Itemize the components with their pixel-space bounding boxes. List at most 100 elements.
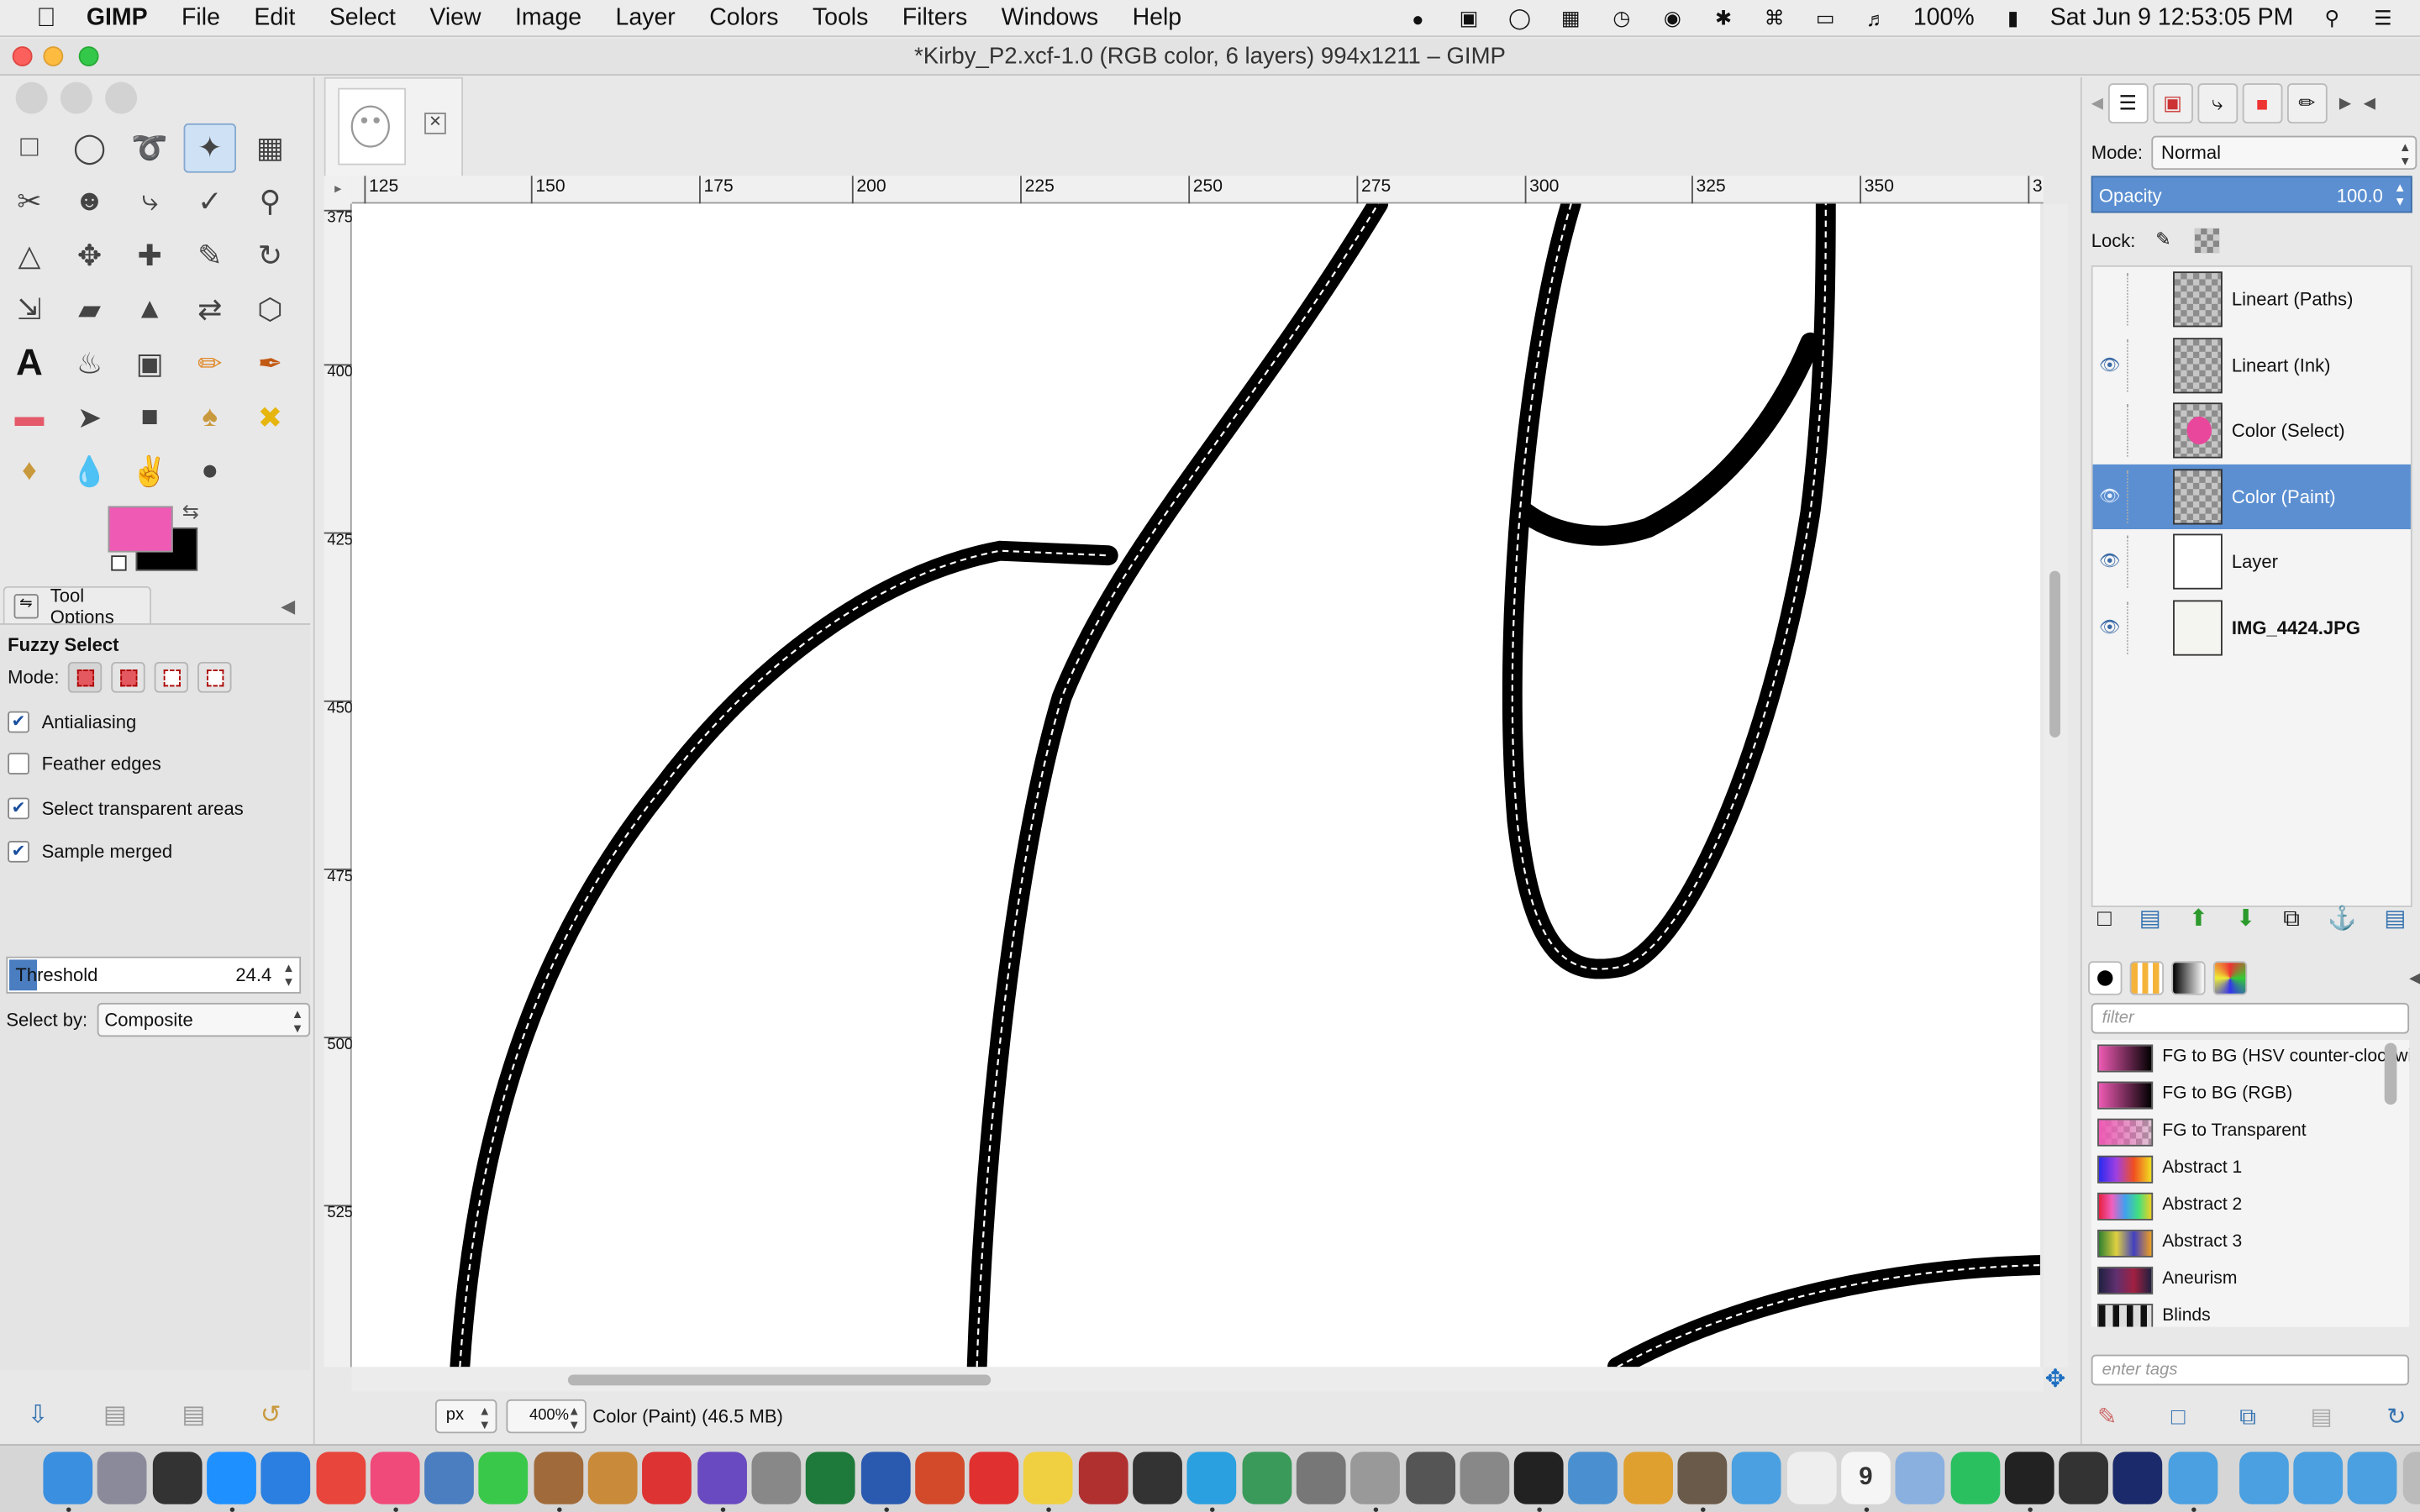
dock-app-icon[interactable] [2004,1452,2054,1504]
display-icon[interactable]: ▣ [1455,6,1482,30]
undo-history-tab-icon[interactable]: ■ [2242,83,2282,123]
tab-scroll-left-icon[interactable]: ◀ [2091,95,2103,112]
spotlight-icon[interactable]: ⚲ [2318,6,2346,30]
quick-mask-icon[interactable]: ▸ [324,176,352,204]
layer-mode-dropdown[interactable]: Normal ▲ ▼ [2152,135,2417,171]
palettes-tab-icon[interactable] [2212,961,2248,995]
dock-app-icon[interactable] [152,1452,202,1504]
layer-row[interactable]: 👁 IMG_4424.JPG [2093,596,2411,660]
rotate-tool-icon[interactable]: ↻ [244,232,296,281]
select-by-dropdown[interactable]: Composite ▲ ▼ [97,1002,310,1037]
new-layer-icon[interactable]: □ [2097,905,2112,931]
layer-chain-toggle[interactable] [2126,535,2145,588]
gradients-tab-icon[interactable] [2171,961,2206,995]
menu-filters[interactable]: Filters [902,4,968,32]
creative-cloud-icon[interactable]: ● [1404,6,1432,30]
layer-row[interactable]: Color (Select) [2093,398,2411,463]
layer-chain-toggle[interactable] [2126,404,2145,457]
image-tab[interactable]: ✕ [324,76,464,176]
dock-app-icon[interactable]: 9 [1840,1452,1891,1504]
dock-app-icon[interactable] [1241,1452,1292,1504]
dock-app-icon[interactable] [424,1452,475,1504]
bluetooth-icon[interactable]: ✱ [1709,6,1737,30]
gradient-item[interactable]: FG to Transparent [2091,1114,2409,1151]
select-transparent-checkbox[interactable]: ✔ [8,797,29,820]
dock-app-icon[interactable] [2059,1452,2109,1504]
dock-app-icon[interactable] [206,1452,256,1504]
sample-merged-row[interactable]: ✔ Sample merged [8,841,172,863]
dock-app-icon[interactable] [1350,1452,1401,1504]
threshold-field[interactable]: Threshold 24.4 ▲ ▼ [6,956,302,994]
edit-gradient-icon[interactable]: ✎ [2097,1403,2117,1430]
mode-subtract-button[interactable] [155,661,189,693]
dock-app-icon[interactable] [860,1452,910,1504]
dock-app-icon[interactable] [1133,1452,1182,1504]
channels-tab-icon[interactable]: ▣ [2152,83,2193,123]
dock-app-icon[interactable] [1895,1452,1945,1504]
text-tool-icon[interactable]: A [3,339,55,389]
paths-tab-icon[interactable]: ⤷ [2196,83,2238,123]
duplicate-gradient-icon[interactable]: ⧉ [2239,1403,2256,1429]
antialiasing-row[interactable]: ✔ Antialiasing [8,711,136,733]
dock-app-icon[interactable] [1078,1452,1128,1504]
lower-layer-icon[interactable]: ⬇ [2236,904,2255,932]
dock-app-icon[interactable] [315,1452,366,1504]
time-machine-icon[interactable]: ◷ [1607,6,1635,30]
fuzzy-select-tool-icon[interactable]: ✦ [183,123,237,173]
delete-options-icon[interactable]: ▤ [182,1399,205,1431]
dock-app-icon[interactable] [2238,1452,2289,1504]
gradient-list-scrollbar[interactable] [2384,1042,2397,1105]
menu-image[interactable]: Image [515,4,581,32]
menu-select[interactable]: Select [329,4,396,32]
wifi-icon[interactable]: ⌘ [1760,6,1788,30]
pencil-tool-icon[interactable]: ✏ [184,339,236,389]
align-tool-icon[interactable]: ✚ [124,232,176,281]
scale-tool-icon[interactable]: ⇲ [3,286,55,335]
zoom-selector[interactable]: 400% ▲ ▼ [506,1399,587,1434]
dock-app-icon[interactable] [260,1452,311,1504]
input-source-icon[interactable]: ▦ [1557,6,1585,30]
foreground-color-swatch[interactable] [108,506,173,553]
gradient-item[interactable]: Abstract 3 [2091,1225,2409,1262]
dock-app-icon[interactable] [2402,1452,2420,1504]
airbrush-tool-icon[interactable]: ➤ [63,393,115,443]
heal-tool-icon[interactable]: ✖ [244,393,296,443]
dock-app-icon[interactable] [1623,1452,1673,1504]
close-tab-icon[interactable]: ✕ [424,113,446,134]
brushes-tab-icon[interactable] [2088,961,2123,995]
select-transparent-row[interactable]: ✔ Select transparent areas [8,797,244,820]
mode-add-button[interactable] [111,661,146,693]
lock-alpha-icon[interactable] [2194,228,2219,254]
gradient-dock-menu-icon[interactable]: ◀ [2409,969,2420,986]
navigate-icon[interactable]: ✥ [2045,1364,2066,1395]
mode-intersect-button[interactable] [197,661,233,693]
dock-app-icon[interactable] [1513,1452,1564,1504]
layers-tab-icon[interactable]: ☰ [2107,83,2149,123]
flip-tool-icon[interactable]: ⇄ [184,286,236,335]
clock[interactable]: Sat Jun 9 12:53:05 PM [2050,5,2294,33]
apple-menu-icon[interactable]:  [31,3,62,34]
select-by-color-tool-icon[interactable]: ▦ [244,123,296,173]
dock-app-icon[interactable] [1786,1452,1836,1504]
blur-tool-icon[interactable]: 💧 [63,448,115,497]
bucket-fill-tool-icon[interactable]: ♨ [63,339,115,389]
eraser-tool-icon[interactable]: ▬ [3,393,55,443]
dock-app-icon[interactable] [1405,1452,1455,1504]
save-options-icon[interactable]: ⇩ [28,1399,49,1431]
menu-layer[interactable]: Layer [616,4,676,32]
paths-tool-icon[interactable]: ⤷ [124,177,176,227]
smudge-tool-icon[interactable]: ✌ [124,448,176,497]
menu-help[interactable]: Help [1133,4,1182,32]
dock-app-icon[interactable] [751,1452,802,1504]
dock-app-icon[interactable] [1949,1452,2000,1504]
feather-row[interactable]: Feather edges [8,753,161,775]
measure-tool-icon[interactable]: △ [3,232,55,281]
foreground-select-tool-icon[interactable]: ☻ [63,177,115,227]
free-select-tool-icon[interactable]: ➰ [124,123,176,173]
cage-transform-tool-icon[interactable]: ⬡ [244,286,296,335]
swap-colors-icon[interactable]: ⇆ [182,500,199,524]
reset-options-icon[interactable]: ↺ [260,1399,281,1431]
lock-pixels-icon[interactable]: ✎ [2151,228,2175,253]
dock-app-icon[interactable] [1568,1452,1618,1504]
dodge-burn-tool-icon[interactable]: ● [184,448,236,497]
